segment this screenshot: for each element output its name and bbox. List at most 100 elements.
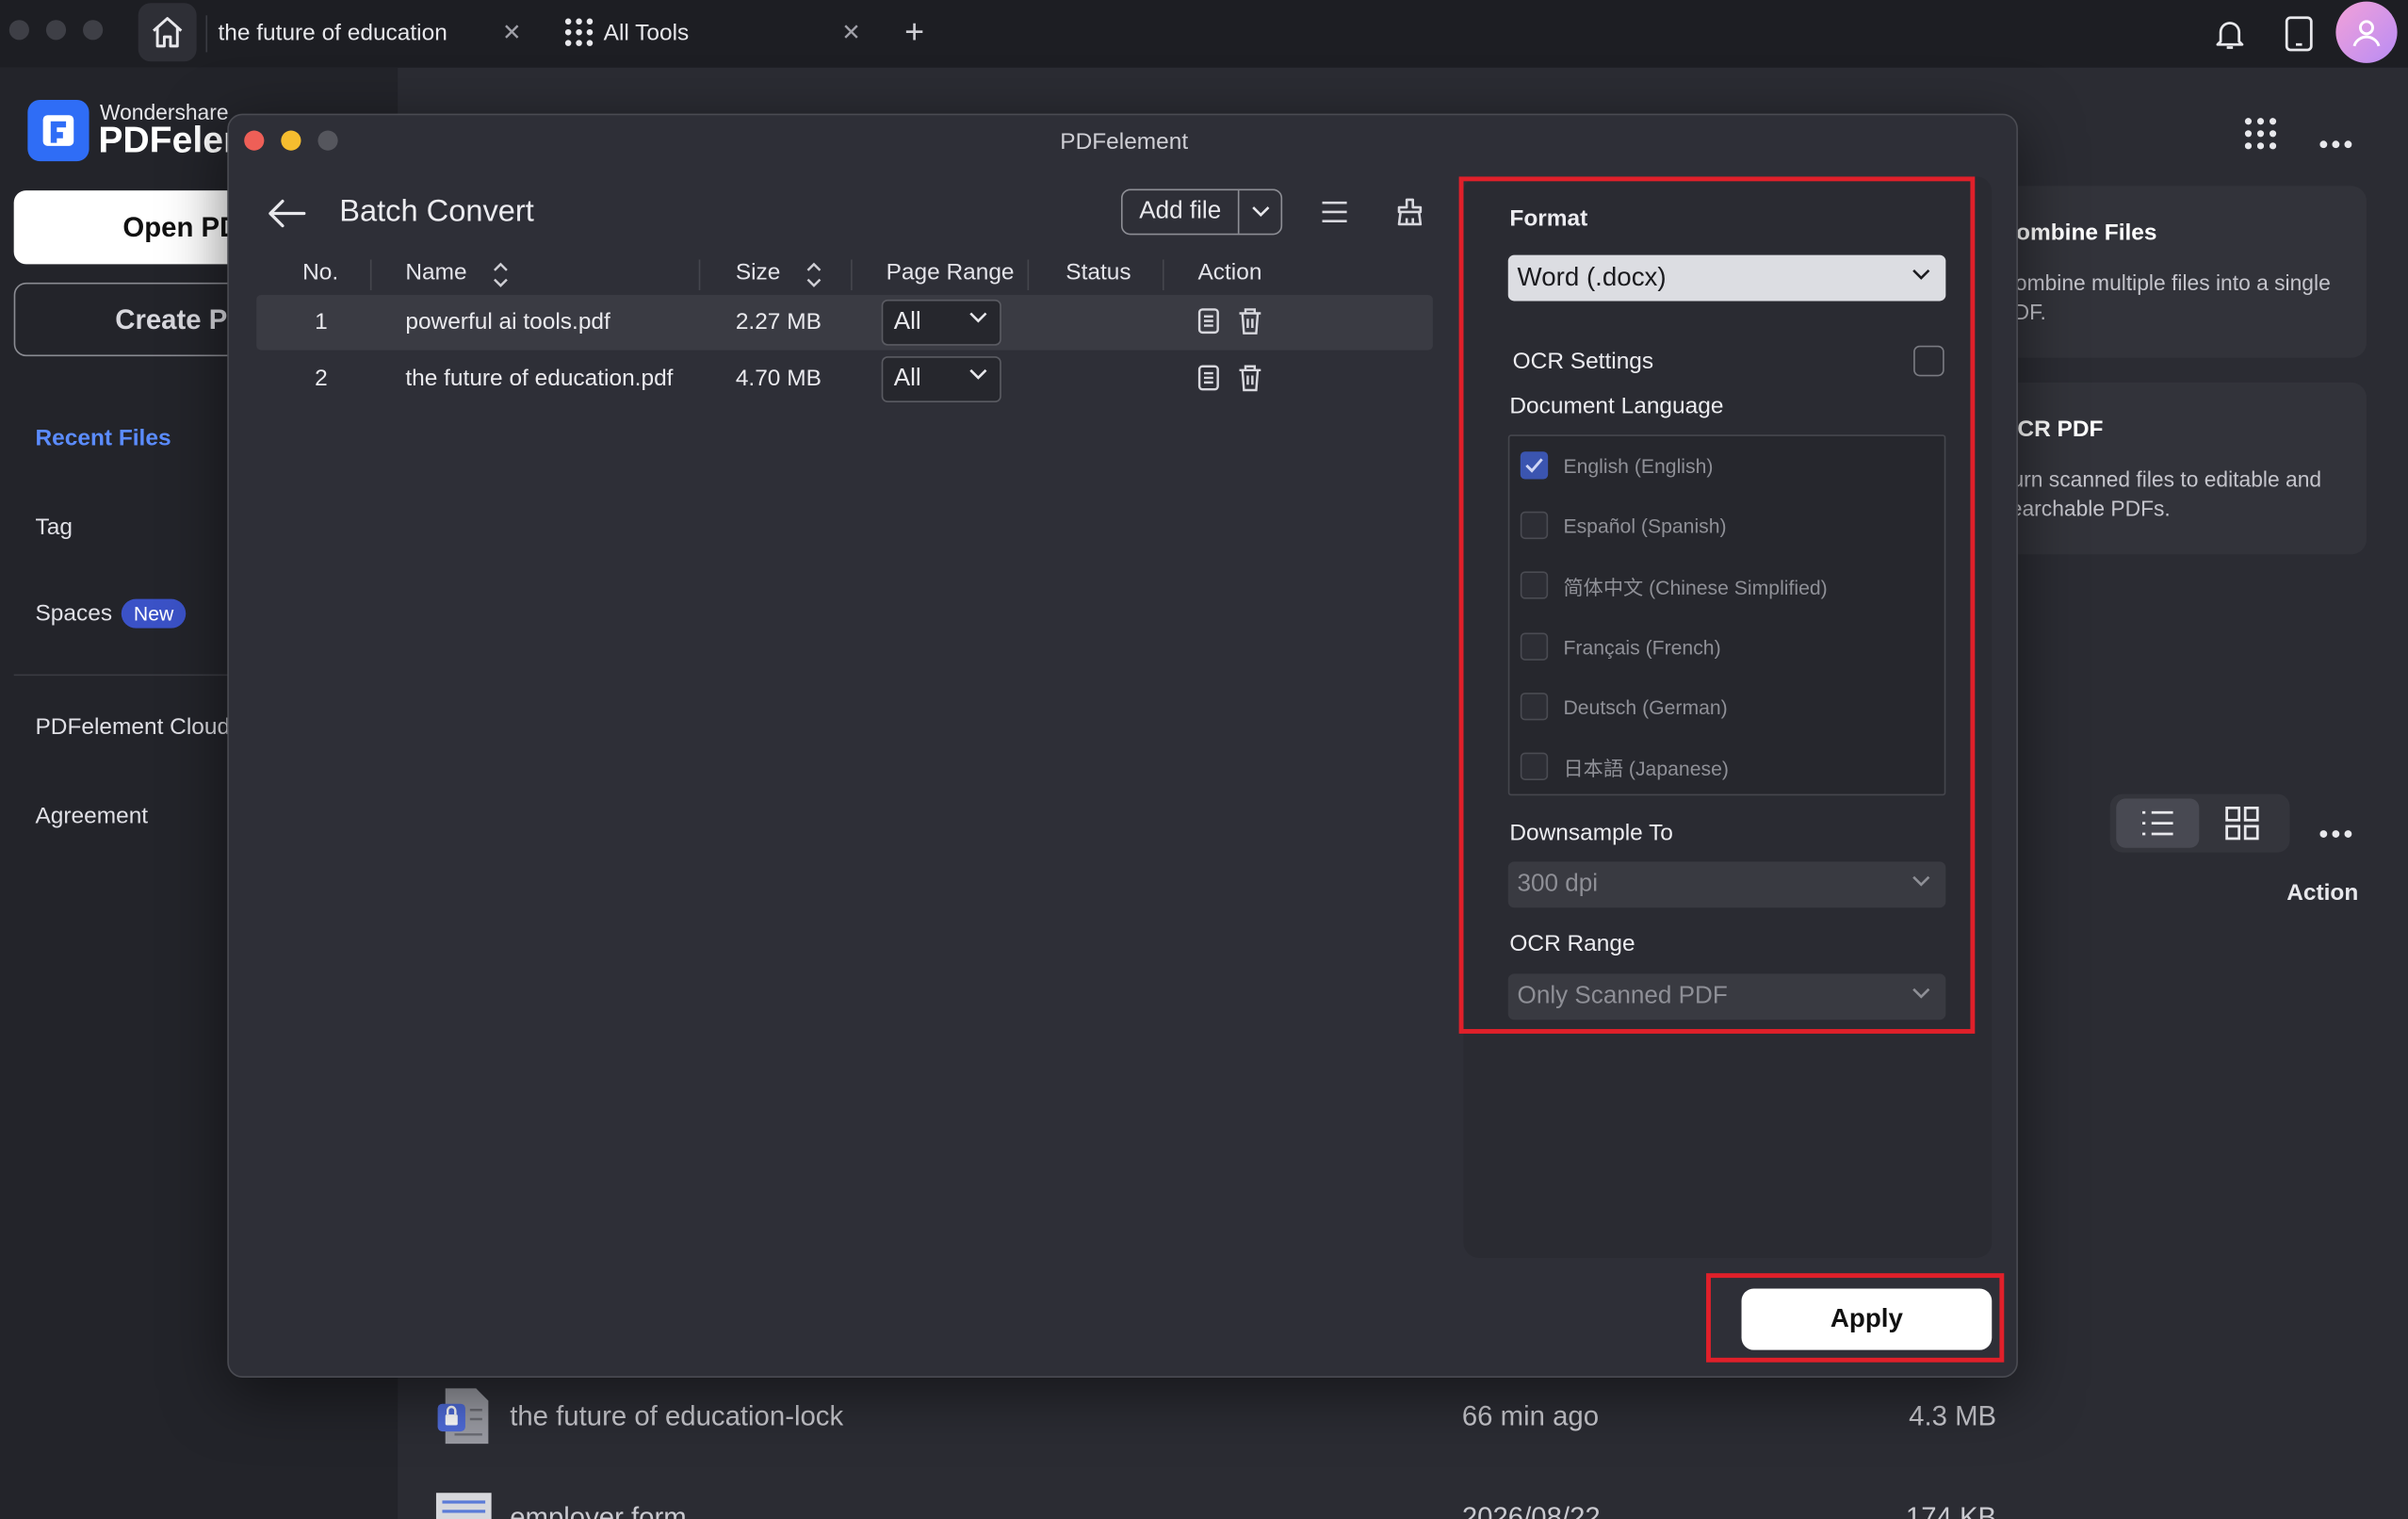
sidebar-item-tag[interactable]: Tag <box>35 514 72 541</box>
page-range-select[interactable]: All <box>881 299 1001 346</box>
checkbox <box>1520 571 1549 599</box>
language-option-german[interactable]: Deutsch (German) <box>1520 691 1728 722</box>
screen: the future of education ✕ All Tools ✕ + … <box>0 0 2408 1519</box>
list-view-button[interactable] <box>2116 798 2200 848</box>
file-settings-icon <box>1197 308 1219 335</box>
checkbox <box>1520 632 1549 661</box>
downsample-value: 300 dpi <box>1517 871 1599 897</box>
language-label: 日本語 (Japanese) <box>1563 756 1729 780</box>
language-label: Deutsch (German) <box>1563 694 1728 718</box>
more-button[interactable] <box>2319 129 2352 156</box>
column-header-name[interactable]: Name <box>405 259 466 286</box>
pdf-file-icon <box>433 1487 495 1519</box>
sidebar-item-spaces[interactable]: Spaces New <box>35 598 187 629</box>
language-label: Español (Spanish) <box>1563 514 1727 537</box>
row-settings-button[interactable] <box>1194 363 1225 394</box>
sort-icon[interactable] <box>493 261 508 296</box>
window-zoom-dot[interactable] <box>83 20 104 41</box>
file-name: employer form <box>510 1502 687 1519</box>
tab-document-close[interactable]: ✕ <box>502 0 522 64</box>
chevron-down-icon <box>1912 269 1930 280</box>
tool-card-combine[interactable]: Combine Files Combine multiple files int… <box>1990 186 2367 358</box>
view-toggle <box>2109 793 2290 853</box>
language-option-spanish[interactable]: Español (Spanish) <box>1520 510 1727 541</box>
column-header-no: No. <box>302 259 339 286</box>
new-badge: New <box>121 598 187 629</box>
ocr-range-select[interactable]: Only Scanned PDF <box>1507 973 1946 1021</box>
language-option-french[interactable]: Français (French) <box>1520 631 1721 662</box>
checkbox <box>1520 511 1549 540</box>
tab-all-tools-close[interactable]: ✕ <box>841 0 861 64</box>
chevron-down-icon <box>969 312 987 323</box>
home-tab[interactable] <box>138 3 197 62</box>
format-select[interactable]: Word (.docx) <box>1507 254 1946 302</box>
ocr-range-label: OCR Range <box>1509 930 1635 957</box>
locked-pdf-icon <box>433 1385 495 1446</box>
tool-card-title: Combine Files <box>1999 220 2157 246</box>
page-title: Batch Convert <box>339 194 534 229</box>
table-row[interactable]: 1 powerful ai tools.pdf 2.27 MB All <box>256 294 1433 351</box>
clear-all-button[interactable] <box>1390 192 1429 232</box>
dialog-title: PDFelement <box>1060 128 1189 155</box>
language-option-english[interactable]: English (English) <box>1520 450 1713 482</box>
sidebar-item-cloud[interactable]: PDFelement Cloud <box>35 714 230 741</box>
tablet-icon <box>2285 16 2313 52</box>
language-option-chinese[interactable]: 简体中文 (Chinese Simplified) <box>1520 570 1828 601</box>
tab-all-tools[interactable]: All Tools <box>563 0 689 64</box>
table-row[interactable]: the future of education-lock 66 min ago … <box>433 1385 2000 1446</box>
language-option-japanese[interactable]: 日本語 (Japanese) <box>1520 751 1729 782</box>
ocr-settings-checkbox[interactable] <box>1913 345 1944 377</box>
column-separator <box>369 259 372 291</box>
column-separator <box>1027 259 1030 291</box>
sidebar-item-agreement[interactable]: Agreement <box>35 803 148 829</box>
apps-grid-button[interactable] <box>2244 117 2278 158</box>
tool-card-desc: Combine multiple files into a single PDF… <box>1999 270 2331 324</box>
menu-lines-icon <box>1322 201 1347 223</box>
page-range-value: All <box>893 365 921 392</box>
list-settings-button[interactable] <box>1314 192 1354 232</box>
sidebar-item-recent-files[interactable]: Recent Files <box>35 425 171 451</box>
bell-icon <box>2216 22 2244 49</box>
column-header-size[interactable]: Size <box>736 259 781 286</box>
ocr-range-value: Only Scanned PDF <box>1517 983 1728 1009</box>
grid-icon <box>2225 806 2259 841</box>
apply-button[interactable]: Apply <box>1741 1288 1993 1350</box>
row-delete-button[interactable] <box>1235 363 1266 394</box>
file-name: the future of education-lock <box>510 1400 844 1432</box>
table-row[interactable]: employer form 2026/08/22 174 KB <box>433 1487 2000 1519</box>
row-file-size: 4.70 MB <box>735 365 822 392</box>
tab-document-label: the future of education <box>218 19 447 46</box>
grid-view-button[interactable] <box>2201 799 2284 848</box>
tool-card-ocr[interactable]: OCR PDF Turn scanned files to editable a… <box>1990 382 2367 555</box>
add-file-split-button: Add file <box>1120 188 1283 236</box>
row-file-name: the future of education.pdf <box>405 365 674 392</box>
column-separator <box>851 259 853 291</box>
notifications-button[interactable] <box>2208 12 2252 56</box>
sort-icon[interactable] <box>806 261 822 296</box>
row-file-size: 2.27 MB <box>735 308 822 335</box>
table-row[interactable]: 2 the future of education.pdf 4.70 MB Al… <box>256 351 1433 407</box>
window-close-dot[interactable] <box>8 20 29 41</box>
add-file-menu-button[interactable] <box>1239 190 1280 234</box>
list-more-button[interactable] <box>2319 819 2352 846</box>
language-label: 简体中文 (Chinese Simplified) <box>1563 575 1828 598</box>
more-dots-icon <box>2319 140 2352 149</box>
back-button[interactable] <box>266 192 309 236</box>
column-header-page-range: Page Range <box>886 259 1015 286</box>
column-header-action: Action <box>1197 259 1262 286</box>
avatar[interactable] <box>2335 1 2398 63</box>
downsample-label: Downsample To <box>1509 820 1673 847</box>
add-file-button[interactable]: Add file <box>1123 190 1240 234</box>
tab-document[interactable]: the future of education <box>218 0 447 64</box>
row-delete-button[interactable] <box>1235 305 1266 336</box>
new-tab-button[interactable]: + <box>904 0 924 64</box>
downsample-select[interactable]: 300 dpi <box>1507 861 1946 908</box>
page-range-select[interactable]: All <box>881 356 1001 403</box>
grid-dots-icon <box>2244 118 2277 150</box>
row-settings-button[interactable] <box>1194 305 1225 336</box>
home-icon <box>153 17 183 48</box>
format-value: Word (.docx) <box>1517 262 1667 292</box>
window-minimize-dot[interactable] <box>45 20 67 41</box>
checkbox <box>1520 451 1549 480</box>
device-button[interactable] <box>2277 12 2320 56</box>
